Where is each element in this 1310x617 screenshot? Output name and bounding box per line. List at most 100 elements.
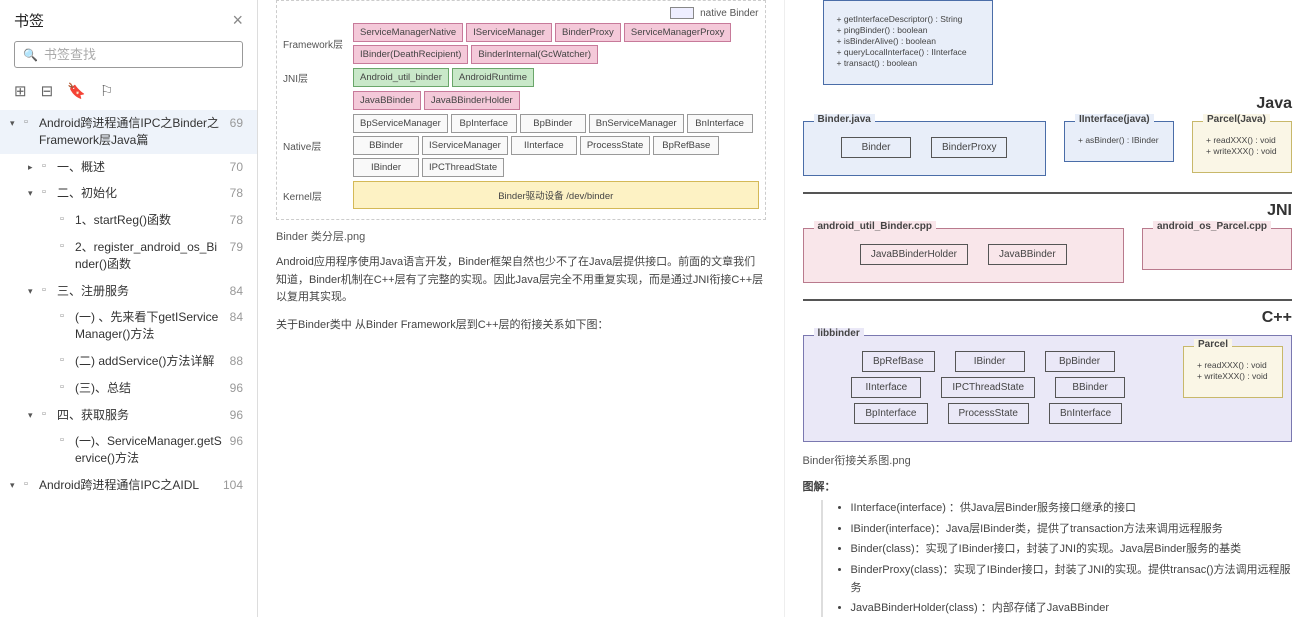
class-cell: Android_util_binder bbox=[353, 68, 449, 87]
class-cell: JavaBBinder bbox=[353, 91, 421, 110]
bookmark-item[interactable]: ▾▫Android跨进程通信IPC之AIDL104 bbox=[0, 472, 257, 499]
layer-name: Framework层 bbox=[283, 36, 353, 51]
page-icon: ▫ bbox=[60, 380, 71, 395]
bookmark-label: (二) addService()方法详解 bbox=[75, 353, 214, 370]
caret-icon: ▸ bbox=[28, 159, 38, 174]
class-cell: BinderInternal(GcWatcher) bbox=[471, 45, 598, 64]
sidebar-title: 书签 bbox=[14, 10, 44, 31]
class-box: BpRefBase bbox=[862, 351, 935, 372]
search-icon: 🔍 bbox=[23, 48, 38, 62]
class-cell: BpServiceManager bbox=[353, 114, 448, 133]
list-item: BinderProxy(class)：实现了IBinder接口，封装了JNI的实… bbox=[851, 562, 1293, 597]
page-right: + getInterfaceDescriptor() : String+ pin… bbox=[785, 0, 1310, 617]
document-viewport: native Binder Framework层ServiceManagerNa… bbox=[258, 0, 1310, 617]
group-name: android_os_Parcel.cpp bbox=[1153, 221, 1271, 232]
caret-icon bbox=[46, 380, 56, 382]
page-number: 84 bbox=[230, 283, 243, 300]
page-number: 88 bbox=[230, 353, 243, 370]
caret-icon: ▾ bbox=[28, 185, 38, 200]
close-icon[interactable]: × bbox=[232, 10, 243, 31]
class-box: BpBinder bbox=[1045, 351, 1115, 372]
layer-diagram: native Binder Framework层ServiceManagerNa… bbox=[276, 0, 766, 220]
bookmark-label: 二、初始化 bbox=[57, 185, 117, 202]
method-list: + readXXX() : void + writeXXX() : void bbox=[1192, 357, 1274, 385]
group-name: Parcel(Java) bbox=[1203, 114, 1270, 125]
bookmark-item[interactable]: ▫(一)、ServiceManager.getService()方法96 bbox=[0, 428, 257, 472]
class-cell: BpInterface bbox=[451, 114, 517, 133]
bookmark-label: 一、概述 bbox=[57, 159, 105, 176]
bookmark-item[interactable]: ▫2、register_android_os_Binder()函数79 bbox=[0, 234, 257, 278]
page-number: 96 bbox=[230, 380, 243, 397]
lang-label-cpp: C++ bbox=[803, 309, 1293, 327]
page-icon: ▫ bbox=[42, 283, 53, 298]
group-name: libbinder bbox=[814, 328, 864, 339]
page-number: 70 bbox=[230, 159, 243, 176]
caret-icon bbox=[46, 433, 56, 435]
caret-icon: ▾ bbox=[28, 283, 38, 298]
lang-label-jni: JNI bbox=[803, 202, 1293, 220]
layer-name: Native层 bbox=[283, 138, 353, 153]
class-cell: IServiceManager bbox=[422, 136, 508, 155]
page-icon: ▫ bbox=[60, 309, 71, 324]
expand-icon[interactable]: ⊞ bbox=[14, 82, 27, 100]
page-number: 96 bbox=[230, 407, 243, 424]
class-box: BnInterface bbox=[1049, 403, 1122, 424]
page-left: native Binder Framework层ServiceManagerNa… bbox=[258, 0, 785, 617]
page-number: 96 bbox=[230, 433, 243, 450]
search-input-wrap[interactable]: 🔍 bbox=[14, 41, 243, 68]
class-cell: ProcessState bbox=[580, 136, 651, 155]
page-number: 79 bbox=[230, 239, 243, 256]
list-item: JavaBBinderHolder(class) ：内部存储了JavaBBind… bbox=[851, 600, 1293, 617]
explanation-list: IInterface(interface) ：供Java层Binder服务接口继… bbox=[821, 500, 1293, 617]
legend-swatch bbox=[670, 7, 694, 19]
bookmark-outline-icon[interactable]: ⚐ bbox=[100, 82, 113, 100]
bookmark-label: 三、注册服务 bbox=[57, 283, 129, 300]
bookmark-icon[interactable]: 🔖 bbox=[67, 82, 86, 100]
page-number: 78 bbox=[230, 185, 243, 202]
subheading: 图解： bbox=[803, 478, 1293, 494]
bookmark-item[interactable]: ▫ (三)、总结 96 bbox=[0, 375, 257, 402]
class-cell: BpBinder bbox=[520, 114, 586, 133]
class-box: BBinder bbox=[1055, 377, 1125, 398]
bookmark-label: (三)、总结 bbox=[75, 380, 131, 397]
bookmark-item[interactable]: ▫1、startReg()函数78 bbox=[0, 207, 257, 234]
group-name: android_util_Binder.cpp bbox=[814, 221, 936, 232]
bookmark-item[interactable]: ▾▫Android跨进程通信IPC之Binder之Framework层Java篇… bbox=[0, 110, 257, 154]
bookmark-label: (一)、ServiceManager.getService()方法 bbox=[75, 433, 224, 467]
bookmark-item[interactable]: ▫(一) 、先来看下getIServiceManager()方法84 bbox=[0, 304, 257, 348]
class-cell: BnServiceManager bbox=[589, 114, 684, 133]
bookmark-item[interactable]: ▫ (二) addService()方法详解 88 bbox=[0, 348, 257, 375]
class-cell: IServiceManager bbox=[466, 23, 552, 42]
method-list: + asBinder() : IBinder bbox=[1073, 132, 1165, 149]
page-number: 104 bbox=[223, 477, 243, 494]
method-list: + getInterfaceDescriptor() : String+ pin… bbox=[832, 11, 984, 72]
page-icon: ▫ bbox=[60, 212, 71, 227]
page-icon: ▫ bbox=[60, 353, 71, 368]
bookmark-item[interactable]: ▾▫四、获取服务96 bbox=[0, 402, 257, 429]
collapse-icon[interactable]: ⊟ bbox=[41, 82, 54, 100]
class-box: JavaBBinderHolder bbox=[860, 244, 968, 265]
group-name: Binder.java bbox=[814, 114, 875, 125]
bookmark-item[interactable]: ▾▫二、初始化78 bbox=[0, 180, 257, 207]
page-number: 69 bbox=[230, 115, 243, 132]
class-cell: ServiceManagerProxy bbox=[624, 23, 731, 42]
bookmark-label: Android跨进程通信IPC之AIDL bbox=[39, 477, 199, 494]
page-number: 78 bbox=[230, 212, 243, 229]
list-item: IInterface(interface) ：供Java层Binder服务接口继… bbox=[851, 500, 1293, 518]
bookmark-item[interactable]: ▸▫一、概述70 bbox=[0, 154, 257, 181]
class-box: BpInterface bbox=[854, 403, 927, 424]
layer-name: Kernel层 bbox=[283, 188, 353, 203]
class-cell: IBinder(DeathRecipient) bbox=[353, 45, 468, 64]
sidebar-toolbar: ⊞ ⊟ 🔖 ⚐ bbox=[0, 76, 257, 110]
figure-caption: Binder 类分层.png bbox=[276, 228, 766, 244]
legend: native Binder bbox=[670, 7, 758, 19]
search-input[interactable] bbox=[44, 47, 234, 62]
bookmark-item[interactable]: ▾ ▫ 三、注册服务 84 bbox=[0, 278, 257, 305]
list-item: Binder(class)：实现了IBinder接口，封装了JNI的实现。Jav… bbox=[851, 541, 1293, 559]
group-name: IInterface(java) bbox=[1075, 114, 1154, 125]
class-cell: BBinder bbox=[353, 136, 419, 155]
caret-icon bbox=[46, 212, 56, 214]
class-box: BinderProxy bbox=[931, 137, 1007, 158]
caret-icon bbox=[46, 309, 56, 311]
class-cell: JavaBBinderHolder bbox=[424, 91, 520, 110]
